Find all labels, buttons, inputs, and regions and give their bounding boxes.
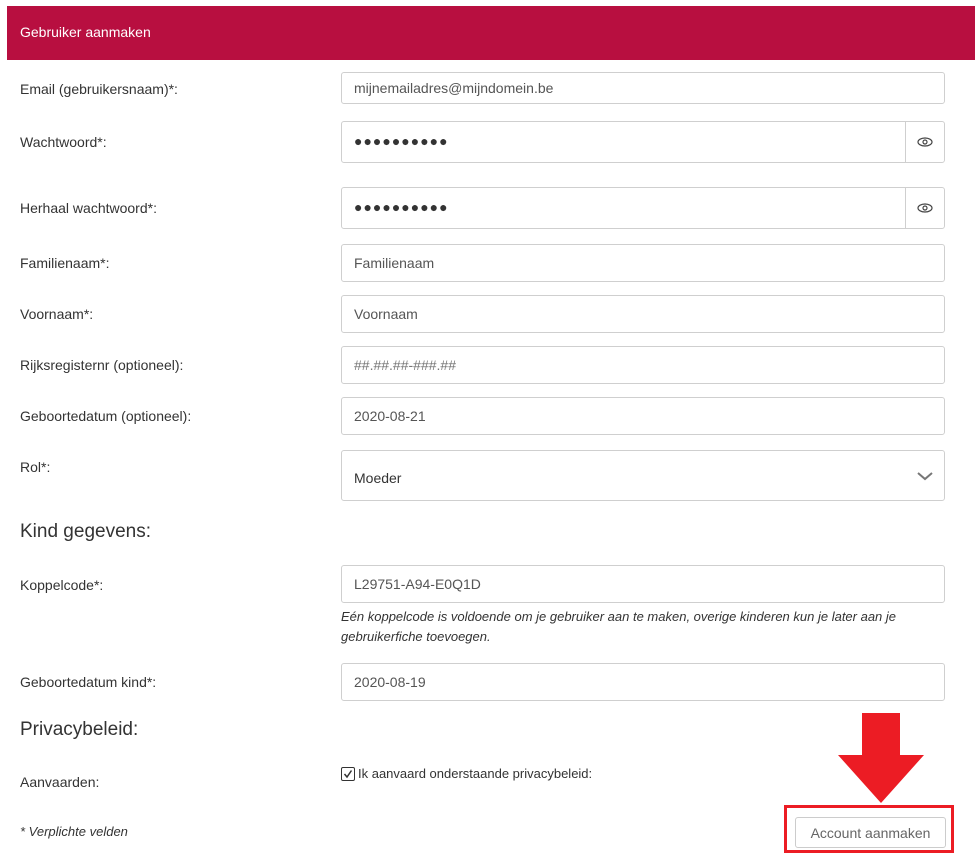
koppelcode-label: Koppelcode*: xyxy=(20,577,104,593)
national-id-field[interactable] xyxy=(341,346,945,384)
first-name-field[interactable] xyxy=(341,295,945,333)
password-masked: ●●●●●●●●●● xyxy=(354,133,449,149)
role-label: Rol*: xyxy=(20,459,51,475)
privacy-checkbox[interactable]: Ik aanvaard onderstaande privacybeleid: xyxy=(341,766,592,781)
eye-icon[interactable] xyxy=(905,188,944,228)
child-birthdate-label: Geboortedatum kind*: xyxy=(20,674,157,690)
checkmark-icon[interactable] xyxy=(341,766,355,781)
child-birthdate-field[interactable] xyxy=(341,663,945,701)
email-label: Email (gebruikersnaam)*: xyxy=(20,81,178,97)
password-repeat-label: Herhaal wachtwoord*: xyxy=(20,200,157,216)
koppelcode-field[interactable] xyxy=(341,565,945,603)
password-label: Wachtwoord*: xyxy=(20,134,107,150)
email-field[interactable] xyxy=(341,72,945,104)
child-section-heading: Kind gegevens: xyxy=(20,521,151,542)
required-fields-note: * Verplichte velden xyxy=(20,824,128,839)
password-repeat-field[interactable]: ●●●●●●●●●● xyxy=(341,187,945,229)
accept-label: Aanvaarden: xyxy=(20,774,100,790)
koppelcode-hint: Eén koppelcode is voldoende om je gebrui… xyxy=(341,609,897,644)
role-select[interactable]: Moeder xyxy=(341,450,945,501)
last-name-label: Familienaam*: xyxy=(20,255,110,271)
password-repeat-masked: ●●●●●●●●●● xyxy=(354,199,449,215)
privacy-section-heading: Privacybeleid: xyxy=(20,719,139,740)
chevron-down-icon xyxy=(916,469,934,487)
page-title: Gebruiker aanmaken xyxy=(20,24,151,40)
first-name-label: Voornaam*: xyxy=(20,306,94,322)
birthdate-field[interactable] xyxy=(341,397,945,435)
page-header: Gebruiker aanmaken xyxy=(7,6,975,60)
birthdate-label: Geboortedatum (optioneel): xyxy=(20,408,192,424)
password-field[interactable]: ●●●●●●●●●● xyxy=(341,121,945,163)
eye-icon[interactable] xyxy=(905,122,944,162)
last-name-field[interactable] xyxy=(341,244,945,282)
national-id-label: Rijksregisternr (optioneel): xyxy=(20,357,184,373)
role-selected-value: Moeder xyxy=(354,470,402,486)
create-account-button[interactable]: Account aanmaken xyxy=(795,817,946,848)
arrow-down-icon xyxy=(838,713,924,803)
privacy-checkbox-label: Ik aanvaard onderstaande privacybeleid: xyxy=(358,766,593,781)
